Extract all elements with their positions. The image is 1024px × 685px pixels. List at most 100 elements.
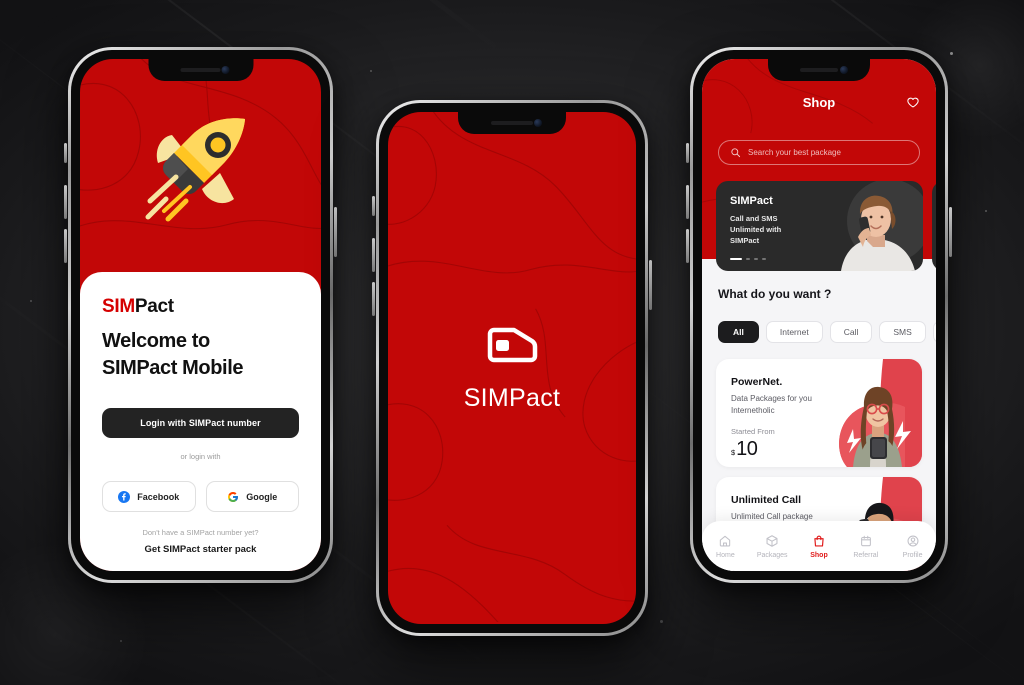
front-camera xyxy=(839,66,848,75)
category-chip-all[interactable]: All xyxy=(718,321,759,343)
promo-banner-text: SIMPact Call and SMS Unlimited with SIMP… xyxy=(730,195,781,247)
promo-banner-subtitle: Call and SMS Unlimited with SIMPact xyxy=(730,214,781,247)
box-icon xyxy=(765,534,779,548)
phone-notch xyxy=(768,59,870,81)
get-starter-pack-link[interactable]: Get SIMPact starter pack xyxy=(102,544,299,555)
carousel-dot-active[interactable] xyxy=(730,257,742,260)
brand-sim: SIM xyxy=(102,296,135,317)
promo-banner-card[interactable]: SIMPact Call and SMS Unlimited with SIMP… xyxy=(716,181,923,271)
tab-label-home: Home xyxy=(716,551,735,559)
user-icon xyxy=(906,534,920,548)
phone-power-button xyxy=(949,207,952,257)
promo-banner-carousel[interactable]: SIMPact Call and SMS Unlimited with SIMP… xyxy=(716,181,936,271)
package-text: PowerNet. Data Packages for you Internet… xyxy=(731,376,812,461)
tab-referral[interactable]: Referral xyxy=(842,534,889,559)
carousel-dot[interactable] xyxy=(746,257,750,260)
tab-home[interactable]: Home xyxy=(702,534,749,559)
phone-side-button xyxy=(372,196,375,216)
package-desc-line: Unlimited Call package xyxy=(731,512,813,521)
front-camera xyxy=(221,66,230,75)
package-desc-line: Internetholic xyxy=(731,406,775,415)
package-description: Data Packages for you Internetholic xyxy=(731,393,812,417)
tab-label-profile: Profile xyxy=(902,551,923,559)
category-chip-sms[interactable]: SMS xyxy=(879,321,926,343)
promo-subtitle-line: Call and SMS xyxy=(730,214,778,223)
google-login-button[interactable]: Google xyxy=(205,481,299,512)
tab-label-packages: Packages xyxy=(756,551,788,559)
package-title: Unlimited Call xyxy=(731,494,802,506)
search-icon xyxy=(730,147,741,158)
phone-power-button xyxy=(649,260,652,310)
phone-volume-down-button xyxy=(372,282,375,316)
bag-icon xyxy=(812,534,826,548)
tab-packages[interactable]: Packages xyxy=(749,534,796,559)
package-title: PowerNet. xyxy=(731,376,783,388)
carousel-dot[interactable] xyxy=(754,257,758,260)
package-card-powernet[interactable]: PowerNet. Data Packages for you Internet… xyxy=(716,359,922,467)
phone-volume-up-button xyxy=(372,238,375,272)
phone-volume-down-button xyxy=(64,229,67,263)
splash-logo-group: SIMPact xyxy=(464,324,561,413)
shop-header: Shop xyxy=(702,95,936,110)
search-input[interactable]: Search your best package xyxy=(718,140,920,165)
category-chip-internet[interactable]: Internet xyxy=(765,321,823,343)
package-desc-line: Data Packages for you xyxy=(731,394,812,403)
tab-profile[interactable]: Profile xyxy=(889,534,936,559)
page-title: Welcome to SIMPact Mobile xyxy=(102,328,299,382)
facebook-label: Facebook xyxy=(137,491,180,502)
sparkle xyxy=(370,70,372,72)
login-with-number-button[interactable]: Login with SIMPact number xyxy=(102,408,299,438)
earpiece-speaker xyxy=(491,121,533,125)
social-login-row: Facebook Google xyxy=(102,481,299,512)
light-streak xyxy=(312,0,508,57)
page-title: Shop xyxy=(802,95,836,110)
phone-volume-up-button xyxy=(686,185,689,219)
welcome-line-1: Welcome to xyxy=(102,330,210,352)
promo-banner-card-next[interactable]: S In fo bu xyxy=(932,181,936,271)
google-icon xyxy=(227,491,239,503)
brand-wordmark: SIMPact xyxy=(102,296,299,318)
carousel-dots[interactable] xyxy=(730,257,766,260)
promo-banner-title: SIMPact xyxy=(730,195,773,207)
tab-label-shop: Shop xyxy=(810,551,828,559)
phone-mockup-login: SIMPact Welcome to SIMPact Mobile Login … xyxy=(64,47,337,583)
package-from-label: Started From xyxy=(731,427,775,436)
sparkle xyxy=(660,620,663,623)
sparkle xyxy=(30,300,32,302)
sparkle xyxy=(120,640,122,642)
login-screen: SIMPact Welcome to SIMPact Mobile Login … xyxy=(80,59,321,571)
category-chip-call[interactable]: Call xyxy=(829,321,873,343)
carousel-dot[interactable] xyxy=(762,257,766,260)
phone-power-button xyxy=(334,207,337,257)
section-title: What do you want ? xyxy=(718,287,832,301)
phone-notch xyxy=(148,59,253,81)
rocket-icon xyxy=(145,118,245,222)
welcome-line-2: SIMPact Mobile xyxy=(102,357,244,379)
woman-with-glasses-phone-photo xyxy=(817,359,922,467)
phone-notch xyxy=(458,112,566,134)
phone-side-button xyxy=(64,143,67,163)
rocket-illustration-area xyxy=(80,59,321,272)
facebook-login-button[interactable]: Facebook xyxy=(102,481,196,512)
facebook-icon xyxy=(118,490,131,503)
or-login-with-label: or login with xyxy=(180,452,221,461)
tab-label-referral: Referral xyxy=(853,551,879,559)
phone-volume-up-button xyxy=(64,185,67,219)
phone-side-button xyxy=(686,143,689,163)
calendar-icon xyxy=(859,534,873,548)
promo-subtitle-line: SIMPact xyxy=(730,235,760,245)
bottom-navigation-bar: Home Packages Shop Referral Profile xyxy=(702,521,936,571)
heart-icon[interactable] xyxy=(906,96,920,110)
front-camera xyxy=(534,119,543,128)
category-chip-roaming[interactable]: Roaming xyxy=(932,321,936,343)
search-placeholder: Search your best package xyxy=(748,148,841,157)
phone-mockup-splash: SIMPact xyxy=(372,100,652,636)
sparkle xyxy=(950,52,953,55)
signup-prompt: Don't have a SIMPact number yet? xyxy=(142,528,259,537)
google-label: Google xyxy=(246,491,278,502)
sparkle xyxy=(985,210,987,212)
brand-pact: Pact xyxy=(134,296,174,317)
category-filter-chips: All Internet Call SMS Roaming xyxy=(718,321,936,343)
tab-shop[interactable]: Shop xyxy=(796,534,843,559)
home-icon xyxy=(718,534,732,548)
